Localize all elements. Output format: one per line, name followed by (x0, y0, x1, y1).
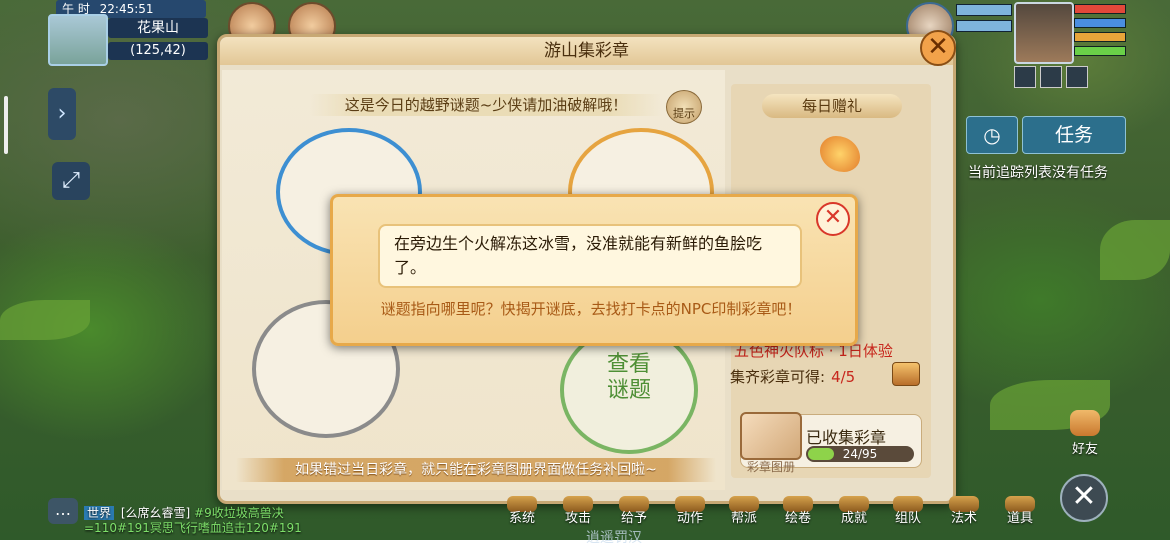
collect-label: 集齐彩章可得: (730, 368, 826, 386)
friends-label: 好友 (1071, 442, 1098, 457)
items-button[interactable]: 道具 (998, 496, 1042, 526)
system-button[interactable]: 系统 (500, 496, 544, 526)
friends-button[interactable]: 好友 (1060, 410, 1110, 457)
chat-line-1: #9收垃圾高兽决 (194, 506, 284, 520)
view-riddle-line2: 谜题 (606, 378, 651, 403)
treasure-chest-icon[interactable] (892, 362, 920, 386)
album-caption: 彩章图册 (746, 460, 795, 474)
handshake-icon (1070, 410, 1100, 436)
task-tracker-empty: 当前追踪列表没有任务 (968, 165, 1108, 181)
collection-progress-bar: 24/95 (806, 446, 914, 462)
attack-button[interactable]: 攻击 (556, 496, 600, 526)
bottom-bar-item-label: 攻击 (564, 511, 591, 526)
bottom-bar-item-label: 组队 (894, 511, 921, 526)
guild-button[interactable]: 帮派 (722, 496, 766, 526)
bottom-bar-item-label: 帮派 (730, 511, 757, 526)
location-status: 午 时 22:45:51 花果山 (125,42) (48, 0, 210, 66)
pet-status-bars (956, 4, 1012, 36)
bottom-bar-item-label: 成就 (840, 511, 867, 526)
team-icon (893, 496, 923, 512)
foliage-decoration (0, 300, 90, 340)
chest-icon (1005, 496, 1035, 512)
fullscreen-icon[interactable]: ⤢ (52, 162, 90, 200)
faded-npc-label: 逍遥罚汉 (586, 530, 642, 546)
album-icon[interactable] (740, 412, 802, 460)
system-icon (507, 496, 537, 512)
riddle-tip: 谜题指向哪里呢？快揭开谜底，去找打卡点的NPC印制彩章吧！ (380, 300, 802, 318)
spell-button[interactable]: 法术 (942, 496, 986, 526)
daily-gift-label: 每日赠礼 (762, 94, 902, 118)
minimap-button[interactable] (48, 14, 108, 66)
trophy-icon (839, 496, 869, 512)
bottom-bar-item-label: 动作 (676, 511, 703, 526)
chat-feed[interactable]: 世界 [么席幺睿雪] #9收垃圾高兽决 =110#191冥思飞行嗜血追击120#… (84, 506, 344, 536)
scroll-icon (783, 496, 813, 512)
spell-icon (949, 496, 979, 512)
achievement-button[interactable]: 成就 (832, 496, 876, 526)
flag-icon (729, 496, 759, 512)
bottom-bar-item-label: 法术 (950, 511, 977, 526)
panel-title: 游山集彩章 (220, 37, 953, 65)
task-button[interactable]: 任务 (1022, 116, 1126, 154)
give-icon (619, 496, 649, 512)
action-icon (675, 496, 705, 512)
foliage-decoration (1100, 220, 1170, 280)
edge-handle[interactable] (4, 96, 8, 154)
progress-text: 24/95 (842, 447, 878, 461)
action-button[interactable]: 动作 (668, 496, 712, 526)
view-riddle-line1: 查看 (606, 352, 651, 377)
location-name: 花果山 (108, 18, 208, 38)
buff-icon[interactable] (1066, 66, 1088, 88)
location-coords: (125,42) (108, 42, 208, 60)
close-icon[interactable]: ✕ (920, 30, 956, 66)
riddle-text: 在旁边生个火解冻这冰雪，没准就能有新鲜的鱼脍吃了。 (378, 224, 802, 288)
bottom-bar-item-label: 绘卷 (784, 511, 811, 526)
clock: 22:45:51 (99, 2, 154, 16)
scroll-button[interactable]: 绘卷 (776, 496, 820, 526)
popup-close-icon[interactable]: ✕ (816, 202, 850, 236)
bottom-bar-item-label: 给予 (620, 511, 647, 526)
expand-left-arrow-icon[interactable]: › (48, 88, 76, 140)
makeup-footnote: 如果错过当日彩章，就只能在彩章图册界面做任务补回啦~ (236, 458, 716, 482)
close-menu-icon[interactable]: ✕ (1060, 474, 1108, 522)
hint-button[interactable]: 提示 (666, 90, 702, 124)
stopwatch-icon[interactable]: ◷ (966, 116, 1018, 154)
give-button[interactable]: 给予 (612, 496, 656, 526)
bottom-action-bar: 系统 攻击 给予 动作 帮派 绘卷 成就 组队 法术 道具 (500, 496, 1060, 540)
buff-icon[interactable] (1040, 66, 1062, 88)
chat-line-2: =110#191冥思飞行嗜血追击120#191 (84, 521, 302, 535)
bottom-bar-item-label: 道具 (1006, 511, 1033, 526)
player-status-bars (1074, 4, 1126, 60)
player-avatar[interactable] (1014, 2, 1074, 64)
collect-count: 4/5 (831, 368, 856, 386)
chat-bubble-icon[interactable]: … (48, 498, 78, 524)
daily-hint-text: 这是今日的越野谜题~少侠请加油破解哦！ (310, 94, 662, 116)
sword-icon (563, 496, 593, 512)
team-button[interactable]: 组队 (886, 496, 930, 526)
bottom-bar-item-label: 系统 (508, 511, 535, 526)
collected-stamps-label: 已收集彩章 (806, 428, 887, 447)
buff-icon[interactable] (1014, 66, 1036, 88)
chat-channel: 世界 (84, 506, 115, 520)
chat-sender: [么席幺睿雪] (120, 506, 191, 520)
